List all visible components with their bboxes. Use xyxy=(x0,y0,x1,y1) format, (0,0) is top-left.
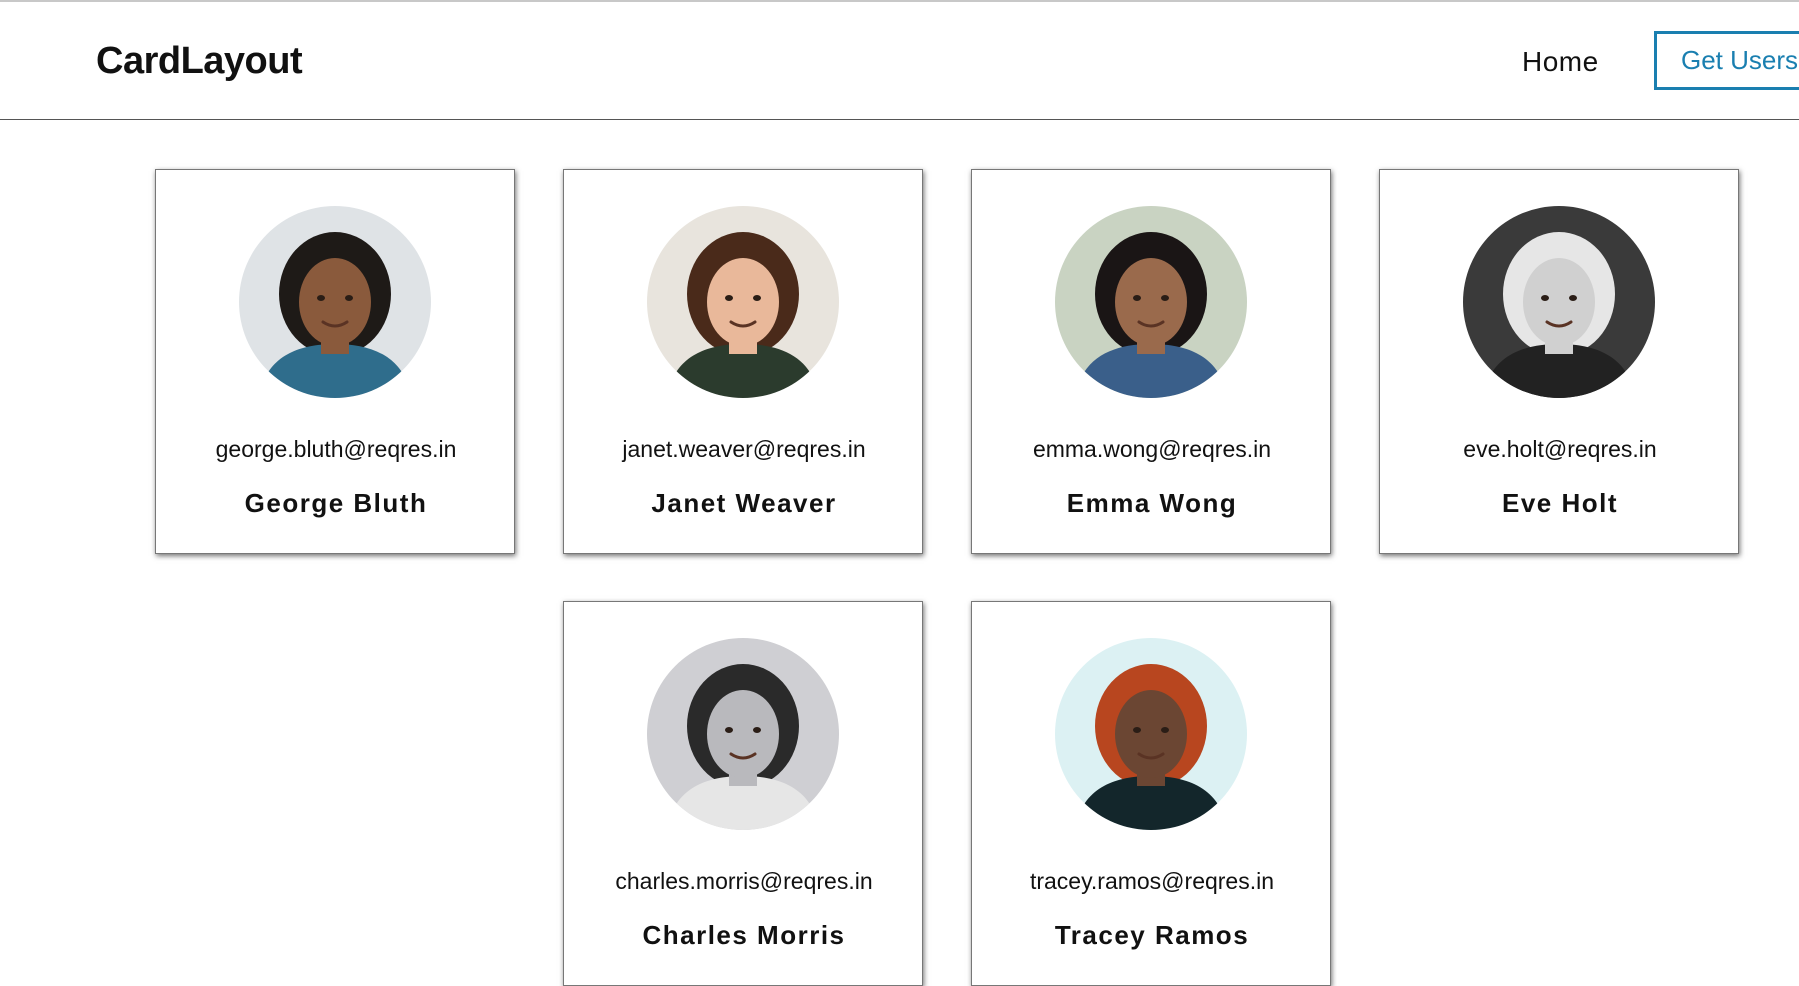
user-card: emma.wong@reqres.in Emma Wong xyxy=(971,169,1331,554)
user-card: eve.holt@reqres.in Eve Holt xyxy=(1379,169,1739,554)
user-card-grid: george.bluth@reqres.in George Bluth jane… xyxy=(0,0,1799,986)
avatar-portrait xyxy=(1055,638,1247,830)
user-name: Janet Weaver xyxy=(651,488,837,518)
avatar xyxy=(1055,638,1247,830)
avatar xyxy=(647,206,839,398)
user-email: charles.morris@reqres.in xyxy=(615,868,873,894)
user-card: tracey.ramos@reqres.in Tracey Ramos xyxy=(971,601,1331,986)
avatar xyxy=(1055,206,1247,398)
user-card: charles.morris@reqres.in Charles Morris xyxy=(563,601,923,986)
user-card: george.bluth@reqres.in George Bluth xyxy=(155,169,515,554)
user-email: george.bluth@reqres.in xyxy=(215,436,457,462)
user-name: Charles Morris xyxy=(642,920,846,950)
avatar-portrait xyxy=(239,206,431,398)
avatar-portrait xyxy=(1055,206,1247,398)
user-email: eve.holt@reqres.in xyxy=(1463,436,1657,462)
user-email: emma.wong@reqres.in xyxy=(1032,436,1272,462)
avatar xyxy=(239,206,431,398)
avatar xyxy=(1463,206,1655,398)
user-card: janet.weaver@reqres.in Janet Weaver xyxy=(563,169,923,554)
user-name: George Bluth xyxy=(244,488,428,518)
user-name: Tracey Ramos xyxy=(1054,920,1250,950)
avatar-portrait xyxy=(647,638,839,830)
user-name: Eve Holt xyxy=(1501,488,1619,518)
avatar-portrait xyxy=(647,206,839,398)
user-email: tracey.ramos@reqres.in xyxy=(1029,868,1275,894)
user-email: janet.weaver@reqres.in xyxy=(622,436,866,462)
user-name: Emma Wong xyxy=(1066,488,1238,518)
avatar xyxy=(647,638,839,830)
avatar-portrait xyxy=(1463,206,1655,398)
